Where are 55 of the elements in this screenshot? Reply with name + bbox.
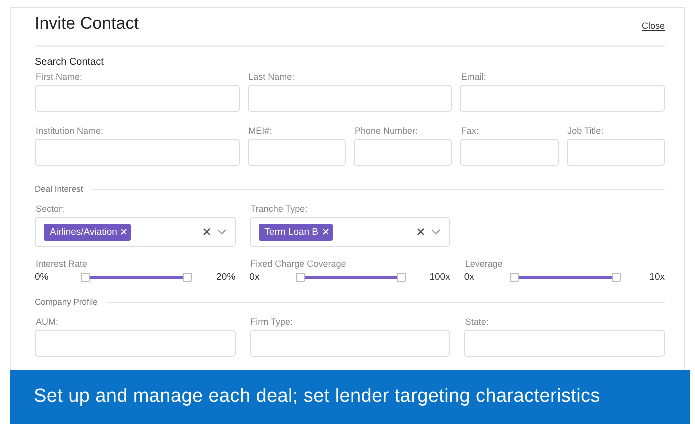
slider-handle[interactable] [182,272,192,282]
field-label: Last Name: [248,72,296,82]
selected-tag[interactable]: Airlines/Aviation [44,224,132,240]
text-input[interactable] [35,139,240,166]
multi-select[interactable]: Airlines/Aviation [35,217,236,247]
dialog-title: Invite Contact [35,14,139,34]
remove-icon[interactable] [322,229,329,235]
min-value: 0x [464,272,476,283]
clear-icon[interactable] [417,228,426,236]
chevron-down-icon [431,229,442,235]
multi-select[interactable]: Term Loan B [250,217,450,247]
section-heading: Company Profile [35,297,98,307]
slider-label: Interest Rate [36,259,89,269]
text-input[interactable] [35,85,240,112]
min-value: 0x [250,272,261,283]
field-label: Job Title: [568,126,605,136]
slider-handle[interactable] [397,272,406,282]
select-field[interactable] [250,330,450,357]
slider-label: Fixed Charge Coverage [250,259,348,269]
text-input[interactable] [566,139,665,166]
clear-icon[interactable] [202,228,211,236]
field-label: MEI#: [248,126,274,136]
max-value: 100x [428,272,450,283]
text-input[interactable] [248,139,346,166]
min-value: 0% [35,272,50,283]
text-input[interactable] [460,139,559,166]
field-label: Sector: [36,204,66,214]
max-value: 10x [648,272,665,283]
section-heading: Deal Interest [35,184,84,194]
section-heading: Search Contact [35,57,105,68]
chevron-down-icon [216,229,227,235]
field-label: Phone Number: [355,126,420,136]
field-label: AUM: [36,317,60,327]
selected-tag[interactable]: Term Loan B [258,224,333,240]
field-label: First Name: [36,72,84,82]
text-input[interactable] [354,139,452,166]
remove-icon[interactable] [121,229,128,235]
field-label: Email: [461,72,488,82]
field-label: Institution Name: [36,126,105,136]
slider-handle[interactable] [612,272,621,282]
max-value: 20% [216,272,236,283]
field-label: Firm Type: [250,317,294,327]
close-link[interactable]: Close [642,21,665,31]
caption-banner: Set up and manage each deal; set lender targeting characteristics [10,370,690,424]
select-field[interactable] [464,330,665,357]
slider-label: Leverage [465,259,504,269]
slider-handle[interactable] [296,272,305,282]
field-label: Fax: [461,126,480,136]
field-label: Tranche Type: [250,204,309,214]
field-label: State: [465,317,490,327]
text-input[interactable] [460,85,665,112]
select-field[interactable] [35,330,236,357]
slider-handle[interactable] [81,272,90,282]
text-input[interactable] [248,85,452,112]
slider-handle[interactable] [510,272,520,282]
